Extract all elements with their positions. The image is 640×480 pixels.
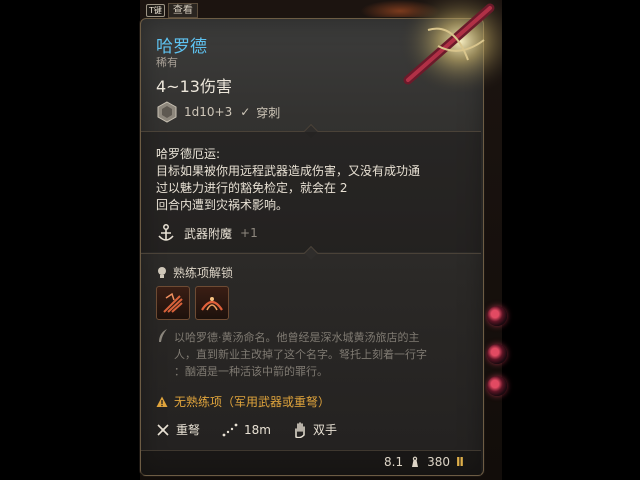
item-rarity: 稀有 <box>156 56 178 69</box>
hotkey-label: 查看 <box>167 3 198 18</box>
warning-icon <box>156 396 168 407</box>
passive-line: 回合内遭到灾祸术影响。 <box>156 198 289 212</box>
crossbow-icon <box>157 423 169 436</box>
hotkey-key: T键 <box>146 4 165 17</box>
item-value: 380 <box>427 455 450 469</box>
weapon-range: 18m <box>244 422 271 437</box>
lightbulb-icon <box>158 266 166 278</box>
hand-icon <box>295 421 305 438</box>
warning-text: 无熟练项（军用武器或重弩） <box>174 395 331 409</box>
lore-line: ：酗酒是一种活该中箭的罪行。 <box>174 365 328 378</box>
rune-icon[interactable] <box>487 306 507 326</box>
action-icon-1[interactable] <box>156 286 190 320</box>
weight-icon <box>412 456 419 467</box>
inspect-hotkey[interactable]: T键 查看 <box>146 3 198 18</box>
weapon-art-icon <box>398 0 502 92</box>
item-stats: 8.1 380 Ⅱ <box>384 455 464 469</box>
feather-icon <box>159 329 167 342</box>
passive-line: 目标如果被你用远程武器造成伤害，又没有成功通 <box>156 164 421 178</box>
background-right <box>502 0 640 480</box>
enchantment-label: 武器附魔 <box>184 226 233 241</box>
anchor-icon <box>158 224 174 241</box>
pierce-icon: ✓ <box>240 105 251 119</box>
rune-icon[interactable] <box>487 344 507 364</box>
passive-title: 哈罗德厄运: <box>156 147 221 161</box>
passive-line: 过以魅力进行的豁免检定，就会在 2 <box>156 181 348 195</box>
damage-type: 穿刺 <box>256 105 281 120</box>
divider <box>141 245 481 261</box>
passive-description: 目标如果被你用远程武器造成伤害，又没有成功通 过以魅力进行的豁免检定，就会在 2… <box>156 163 456 214</box>
enchantment-bonus: +1 <box>240 226 258 240</box>
coin-icon: Ⅱ <box>456 455 464 469</box>
range-icon <box>222 423 238 436</box>
dice-icon <box>156 101 178 123</box>
damage-dice: 1d10+3 <box>184 105 233 119</box>
rune-icon[interactable] <box>487 376 507 396</box>
lore-line: 以哈罗德·黄汤命名。他曾经是深水城黄汤旅店的主 <box>174 331 420 344</box>
action-icon-2[interactable] <box>195 286 229 320</box>
lore-line: 人，直到新业主改掉了这个名字。弩托上刻着一行字 <box>174 348 427 361</box>
proficiency-actions <box>156 286 229 320</box>
background-left <box>0 0 140 480</box>
weapon-handedness: 双手 <box>312 423 337 437</box>
item-weight: 8.1 <box>384 455 404 469</box>
item-damage: 4~13伤害 <box>156 77 232 96</box>
weapon-enchantment[interactable]: 武器附魔 +1 <box>156 223 258 243</box>
proficiency-title: 熟练项解锁 <box>173 266 234 280</box>
damage-dice-row: 1d10+3 ✓ 穿刺 <box>156 101 280 123</box>
proficiency-warning: 无熟练项（军用武器或重弩） <box>156 393 330 410</box>
proficiency-header: 熟练项解锁 <box>156 264 233 281</box>
weapon-type: 重弩 <box>176 423 201 437</box>
weapon-properties: 重弩 18m 双手 <box>156 421 337 438</box>
lore-text: 以哈罗德·黄汤命名。他曾经是深水城黄汤旅店的主 人，直到新业主改掉了这个名字。弩… <box>174 329 474 380</box>
